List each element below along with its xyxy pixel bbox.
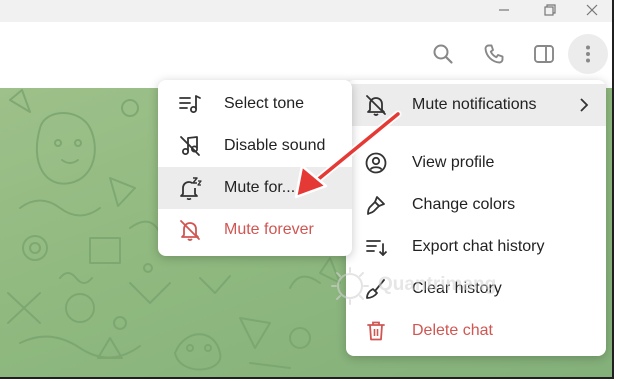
watermark-logo-icon xyxy=(331,267,369,305)
restore-icon xyxy=(544,4,556,16)
menu-item-label: Mute notifications xyxy=(412,96,537,113)
more-button[interactable] xyxy=(568,34,608,74)
search-icon xyxy=(433,44,453,64)
watermark-text: Quantrimang xyxy=(378,274,497,295)
menu-item-delete-chat[interactable]: Delete chat xyxy=(346,310,606,352)
title-bar xyxy=(0,0,612,22)
submenu-item-select-tone[interactable]: Select tone xyxy=(158,83,352,125)
submenu-item-label: Select tone xyxy=(224,95,305,112)
search-button[interactable] xyxy=(423,34,463,74)
note-off-icon xyxy=(180,136,200,156)
menu-item-change-colors[interactable]: Change colors xyxy=(346,184,606,226)
mute-submenu: Select tone Disable sound Mute for... Mu… xyxy=(158,80,352,256)
chevron-right-icon xyxy=(580,98,589,112)
profile-icon xyxy=(365,152,387,174)
submenu-item-label: Mute forever xyxy=(224,221,314,238)
watermark: Quantrimang xyxy=(330,266,500,306)
bell-snooze-icon xyxy=(180,177,202,200)
more-vertical-icon xyxy=(586,45,590,63)
bell-off-icon xyxy=(180,220,200,241)
menu-item-label: Change colors xyxy=(412,196,516,213)
menu-item-view-profile[interactable]: View profile xyxy=(346,142,606,184)
minimize-button[interactable] xyxy=(484,0,524,22)
chat-header xyxy=(0,22,612,88)
menu-item-mute-notifications[interactable]: Mute notifications xyxy=(346,84,606,126)
music-list-icon xyxy=(179,95,201,113)
close-button[interactable] xyxy=(572,0,612,22)
sidebar-toggle-button[interactable] xyxy=(524,34,564,74)
trash-icon xyxy=(367,321,385,341)
app-window: Mute notifications View profile Change c… xyxy=(0,0,614,379)
bell-off-icon xyxy=(366,95,386,116)
restore-button[interactable] xyxy=(530,0,570,22)
menu-item-label: View profile xyxy=(412,154,495,171)
minimize-icon xyxy=(499,9,509,11)
menu-item-label: Delete chat xyxy=(412,322,493,339)
submenu-item-mute-for[interactable]: Mute for... xyxy=(158,167,352,209)
submenu-item-mute-forever[interactable]: Mute forever xyxy=(158,209,352,251)
close-icon xyxy=(586,4,598,16)
brush-icon xyxy=(367,196,385,215)
export-icon xyxy=(366,240,388,256)
menu-item-export-chat-history[interactable]: Export chat history xyxy=(346,226,606,268)
submenu-item-disable-sound[interactable]: Disable sound xyxy=(158,125,352,167)
phone-icon xyxy=(484,44,504,64)
chat-options-menu: Mute notifications View profile Change c… xyxy=(331,80,606,356)
submenu-item-label: Mute for... xyxy=(224,179,296,196)
sidebar-toggle-icon xyxy=(534,45,554,63)
menu-item-label: Export chat history xyxy=(412,238,545,255)
call-button[interactable] xyxy=(474,34,514,74)
submenu-item-label: Disable sound xyxy=(224,137,326,154)
